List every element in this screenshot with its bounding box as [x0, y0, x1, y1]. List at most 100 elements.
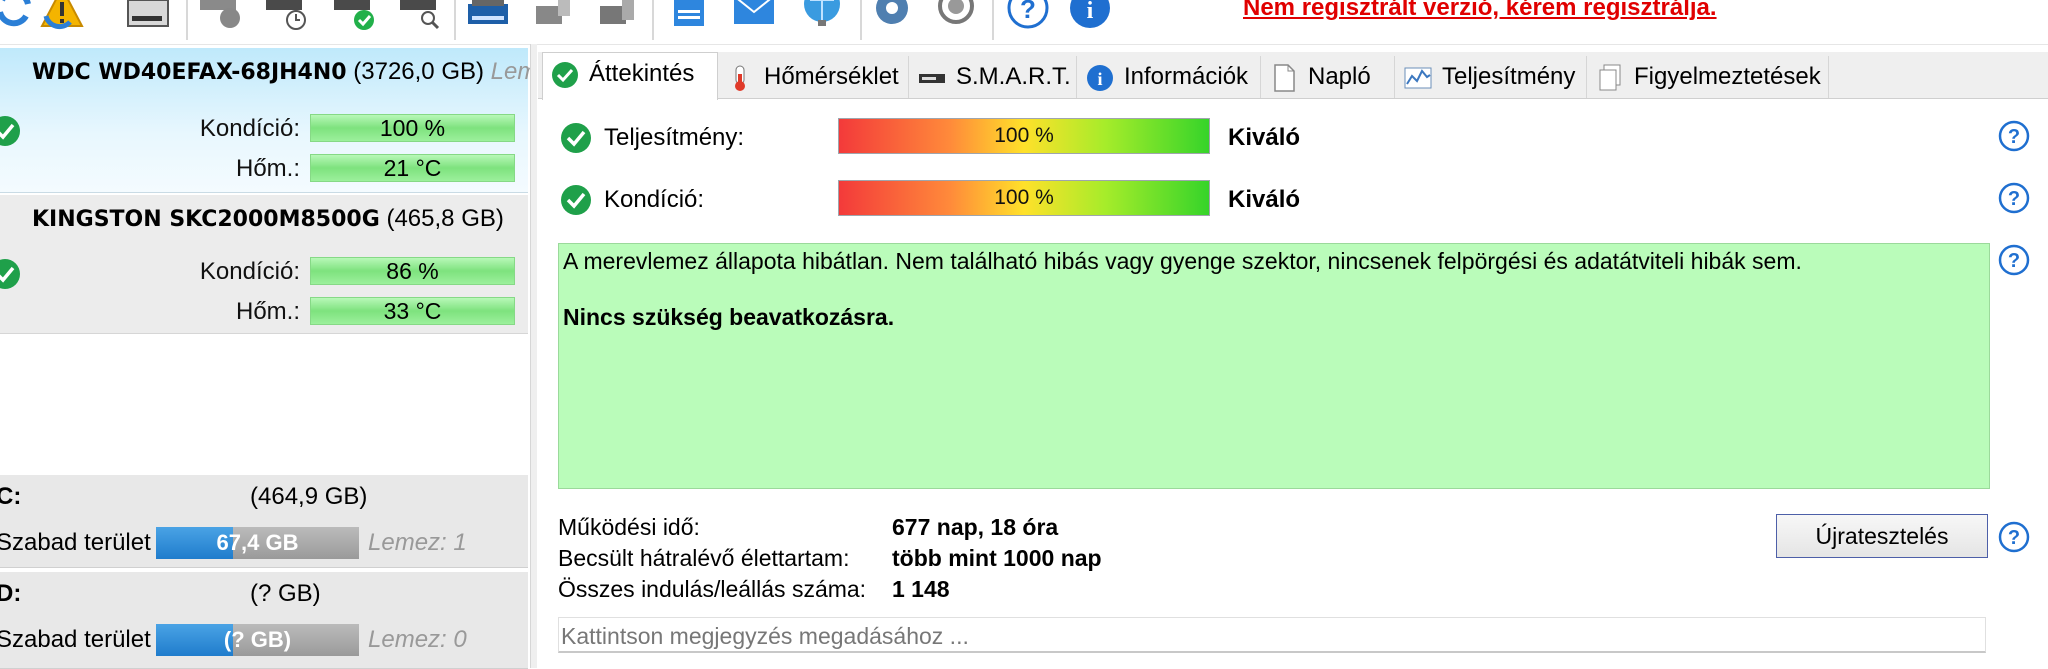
power-on-time-value: 677 nap, 18 óra: [892, 514, 1059, 540]
mail-icon[interactable]: [732, 0, 776, 30]
speaker-icon[interactable]: [936, 0, 980, 30]
health-rating: Kiváló: [1228, 186, 1301, 213]
temperature-label: Hőm.:: [235, 155, 300, 182]
free-space-label: Szabad terület: [0, 529, 151, 556]
warning-icon[interactable]: [40, 0, 84, 30]
toolbar-separator: [186, 0, 188, 40]
health-value: 100 %: [994, 186, 1054, 209]
unregistered-notice-link[interactable]: Nem regisztrált verzió, kérem regisztrál…: [1243, 0, 1717, 22]
volume-item[interactable]: D: (? GB) Szabad terület (? GB) Lemez: 0: [0, 572, 528, 669]
document-icon: [1274, 64, 1295, 92]
performance-value: 100 %: [994, 124, 1054, 147]
tab-label: Teljesítmény: [1442, 63, 1576, 90]
tab-log[interactable]: Napló: [1262, 56, 1395, 98]
help-icon[interactable]: ?: [1998, 521, 2030, 553]
tab-smart[interactable]: S.M.A.R.T.: [910, 56, 1077, 98]
health-bar: 100 %: [310, 114, 515, 142]
tab-alerts[interactable]: Figyelmeztetések: [1588, 56, 1829, 98]
drive-scan-icon[interactable]: [466, 0, 510, 30]
free-space-bar: 67,4 GB: [156, 527, 359, 559]
refresh-icon[interactable]: [0, 0, 36, 30]
free-space-bar: (? GB): [156, 624, 359, 656]
remaining-lifetime-label: Becsült hátralévő élettartam:: [558, 545, 850, 571]
temperature-bar: 33 °C: [310, 297, 515, 325]
health-label: Kondíció:: [604, 186, 705, 213]
tab-performance[interactable]: Teljesítmény: [1396, 56, 1587, 98]
check-circle-icon: [561, 185, 591, 215]
volume-letter: C:: [0, 483, 22, 510]
check-circle-icon: [552, 62, 578, 88]
drive-icon: [919, 74, 945, 83]
help-icon[interactable]: ?: [1998, 120, 2030, 152]
tab-label: Információk: [1124, 63, 1249, 90]
disk-size: (465,8 GB): [386, 205, 504, 232]
toolbar-separator: [992, 0, 994, 40]
svg-text:?: ?: [2008, 188, 2020, 210]
volume-disk: Lemez: 0: [368, 626, 467, 653]
tab-bar: Áttekintés Hőmérséklet S.M.A.R.T. i Info…: [538, 52, 2048, 100]
svg-text:i: i: [1097, 69, 1102, 89]
volume-size: (? GB): [250, 580, 321, 607]
info-icon[interactable]: i: [1068, 0, 1112, 30]
disk-item[interactable]: KINGSTON SKC2000M8500G (465,8 GB) Kondíc…: [0, 195, 528, 334]
performance-gauge: 100 %: [838, 118, 1210, 154]
panel-splitter[interactable]: [530, 44, 537, 668]
volume-disk: Lemez: 1: [368, 529, 467, 556]
status-panel: A merevlemez állapota hibátlan. Nem talá…: [558, 243, 1990, 489]
free-space-value: (? GB): [223, 627, 292, 652]
svg-text:?: ?: [2008, 527, 2020, 549]
svg-text:?: ?: [2008, 126, 2020, 148]
start-stop-count-label: Összes indulás/leállás száma:: [558, 576, 867, 602]
performance-rating: Kiváló: [1228, 124, 1301, 151]
check-circle-icon: [561, 123, 591, 153]
disk-item[interactable]: WDC WD40EFAX-68JH4N0 (3726,0 GB) Lem Kon…: [0, 48, 537, 193]
toolbar: ? i Nem regisztrált verzió, kérem regisz…: [0, 0, 2048, 45]
disk-model: KINGSTON SKC2000M8500G: [32, 207, 380, 232]
drive-search-icon[interactable]: [398, 0, 442, 30]
drive-check-icon[interactable]: [332, 0, 376, 30]
start-stop-count-value: 1 148: [892, 576, 950, 602]
temperature-label: Hőm.:: [235, 298, 300, 325]
health-bar: 86 %: [310, 257, 515, 285]
gear-icon[interactable]: [870, 0, 914, 30]
disk-title: WDC WD40EFAX-68JH4N0 (3726,0 GB) Lem: [32, 58, 537, 86]
disk-model: WDC WD40EFAX-68JH4N0: [32, 60, 347, 85]
toolbar-separator: [652, 0, 654, 40]
disk-title: KINGSTON SKC2000M8500G (465,8 GB): [32, 205, 504, 233]
health-gauge: 100 %: [838, 180, 1210, 216]
tab-information[interactable]: i Információk: [1078, 56, 1261, 98]
disk-size: (3726,0 GB): [353, 58, 484, 85]
free-space-value: 67,4 GB: [216, 530, 299, 555]
drive-clock-icon[interactable]: [264, 0, 308, 30]
retest-button[interactable]: Újratesztelés: [1776, 514, 1988, 558]
temperature-bar: 21 °C: [310, 154, 515, 182]
globe-icon[interactable]: [800, 0, 844, 30]
drive-gauge-icon[interactable]: [198, 0, 242, 30]
drive-icon[interactable]: [126, 0, 170, 30]
drive-flash-icon[interactable]: [596, 0, 640, 30]
help-icon[interactable]: ?: [1998, 244, 2030, 276]
help-icon[interactable]: ?: [1998, 182, 2030, 214]
toolbar-separator: [860, 0, 862, 40]
drive-tools-icon[interactable]: [532, 0, 576, 30]
volume-letter: D:: [0, 580, 22, 607]
tab-label: Napló: [1308, 63, 1371, 90]
note-input[interactable]: Kattintson megjegyzés megadásához ...: [558, 617, 1986, 653]
volume-item[interactable]: C: (464,9 GB) Szabad terület 67,4 GB Lem…: [0, 475, 528, 568]
status-action: Nincs szükség beavatkozásra.: [563, 304, 895, 330]
tab-label: S.M.A.R.T.: [956, 63, 1071, 90]
notebook-icon[interactable]: [668, 0, 712, 30]
free-space-label: Szabad terület: [0, 626, 151, 653]
tab-overview[interactable]: Áttekintés: [542, 52, 718, 100]
documents-icon: [1599, 64, 1621, 91]
toolbar-separator: [454, 0, 456, 40]
power-on-time-label: Működési idő:: [558, 514, 700, 540]
help-icon[interactable]: ?: [1006, 0, 1050, 30]
volume-size: (464,9 GB): [250, 483, 368, 510]
tab-temperature[interactable]: Hőmérséklet: [718, 56, 909, 98]
svg-text:i: i: [1087, 0, 1094, 24]
svg-text:?: ?: [1020, 0, 1036, 24]
info-icon: i: [1087, 65, 1113, 91]
chart-icon: [1404, 67, 1432, 89]
tab-label: Áttekintés: [589, 60, 695, 87]
